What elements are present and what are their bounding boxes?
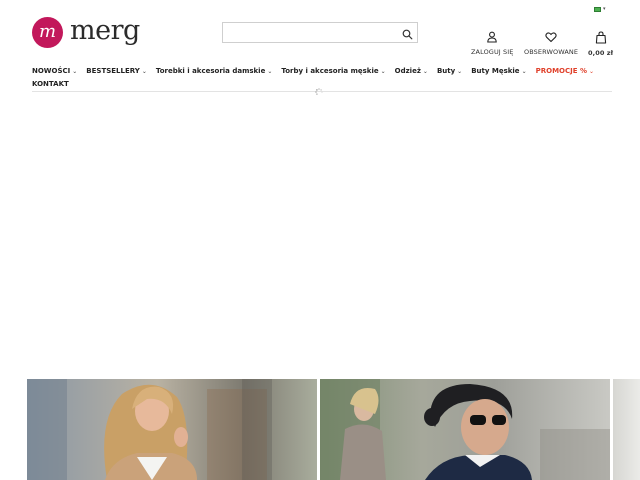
brand-name: merg: [70, 14, 140, 46]
nav-item-label: Buty: [436, 67, 456, 75]
loading-spinner-icon: [315, 88, 323, 95]
nav-row: NOWOŚCI ⌄ BESTSELLERY ⌄ Torebki i akcesori…: [32, 66, 612, 77]
nav-item-label: PROMOCJE %: [535, 67, 587, 75]
nav-item-label: NOWOŚCI: [32, 67, 71, 75]
nav-item-label: KONTAKT: [32, 80, 69, 88]
nav-item-label: Torby i akcesoria męskie: [281, 67, 379, 75]
language-selector[interactable]: ▾: [594, 5, 610, 13]
nav-item-buty[interactable]: Buty ⌄: [437, 67, 462, 76]
chevron-down-icon: ⌄: [380, 68, 386, 75]
nav-item-buty-meskie[interactable]: Buty Męskie ⌄: [471, 67, 526, 76]
nav-item-label: BESTSELLERY: [86, 67, 140, 75]
nav-item-promocje[interactable]: PROMOCJE % ⌄: [536, 67, 594, 76]
chevron-down-icon: ⌄: [457, 68, 463, 75]
nav-item-odziez[interactable]: Odzież ⌄: [395, 67, 428, 76]
cart-total: 0,00 zł: [588, 49, 614, 57]
chevron-down-icon: ⌄: [588, 68, 594, 75]
nav-item-label: Buty Męskie: [471, 67, 520, 75]
nav-item-label: Odzież: [394, 67, 421, 75]
nav-item-label: Torebki i akcesoria damskie: [155, 67, 266, 75]
user-icon: [487, 31, 497, 43]
wishlist-label: OBSERWOWANE: [524, 48, 579, 56]
account-link[interactable]: ZALOGUJ SIĘ: [471, 31, 513, 56]
chevron-down-icon: ⌄: [141, 68, 147, 75]
banner-woman-sunglasses-navy[interactable]: [320, 379, 610, 480]
shopping-bag-icon: [595, 31, 606, 44]
nav-item-torby-meskie[interactable]: Torby i akcesoria męskie ⌄: [281, 67, 385, 76]
chevron-down-icon: ▾: [603, 5, 606, 12]
search-box: [222, 22, 418, 46]
logo-mark: m: [32, 16, 63, 48]
banner-partial-third[interactable]: [613, 379, 640, 480]
account-label: ZALOGUJ SIĘ: [471, 48, 514, 56]
nav-item-nowosci[interactable]: NOWOŚCI ⌄: [32, 67, 77, 76]
chevron-down-icon: ⌄: [422, 68, 428, 75]
nav-item-kontakt[interactable]: KONTAKT: [32, 80, 69, 89]
chevron-down-icon: ⌄: [72, 68, 78, 75]
search-input[interactable]: [223, 26, 393, 46]
banner-photo-woman-blazer: [27, 379, 272, 480]
chevron-down-icon: ⌄: [521, 68, 527, 75]
nav-item-bestsellery[interactable]: BESTSELLERY ⌄: [86, 67, 147, 76]
banner-photo-woman-sunglasses: [320, 379, 610, 480]
search-icon: [402, 29, 413, 40]
search-button[interactable]: [401, 26, 414, 40]
chevron-down-icon: ⌄: [267, 68, 273, 75]
wishlist-link[interactable]: OBSERWOWANE: [524, 31, 578, 56]
heart-icon: [545, 32, 557, 43]
flag-icon: [594, 6, 601, 12]
main-navigation: NOWOŚCI ⌄ BESTSELLERY ⌄ Torebki i akcesori…: [32, 66, 612, 90]
nav-item-torebki[interactable]: Torebki i akcesoria damskie ⌄: [156, 67, 273, 76]
site-logo[interactable]: m merg: [32, 16, 140, 48]
banner-woman-beige-blazer[interactable]: [27, 379, 317, 480]
cart-link[interactable]: 0,00 zł: [588, 31, 613, 57]
